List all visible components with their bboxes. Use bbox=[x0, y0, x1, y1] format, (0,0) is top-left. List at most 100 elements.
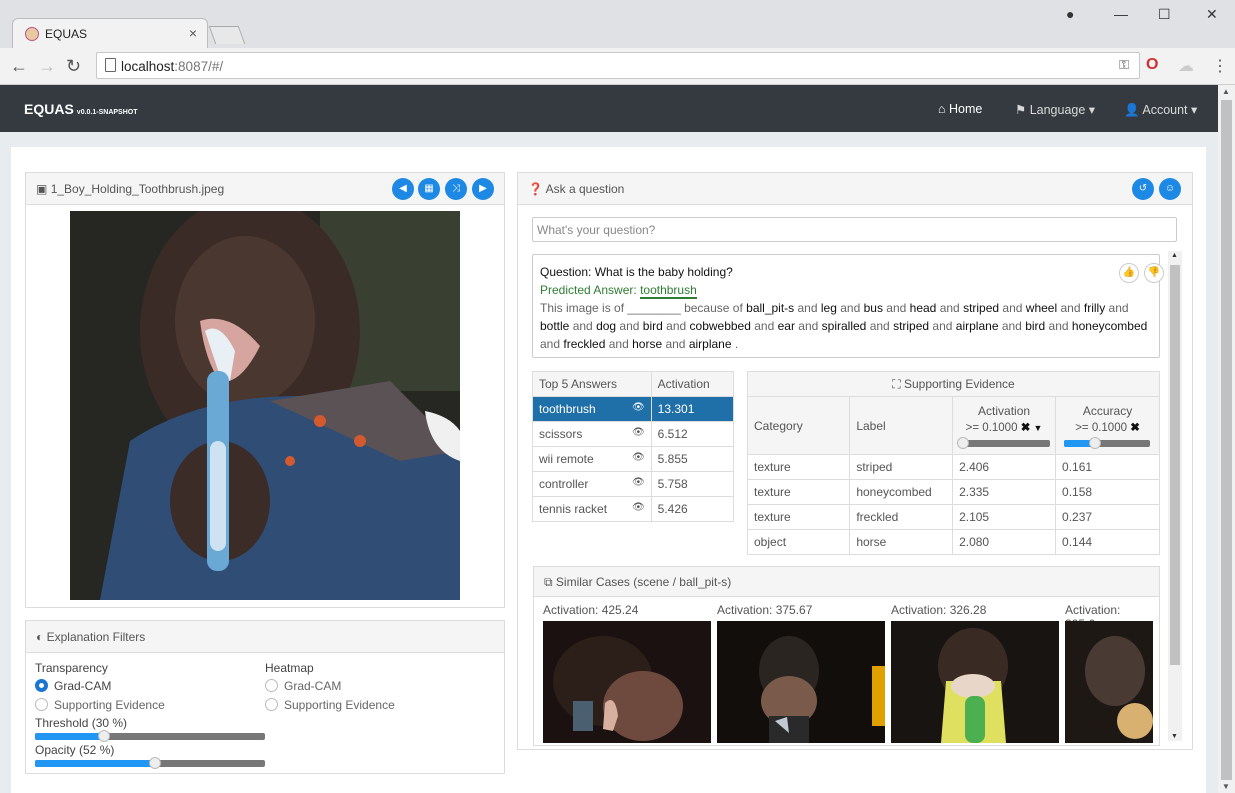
threshold-slider[interactable] bbox=[35, 730, 265, 742]
eye-icon[interactable]: 👁 bbox=[632, 402, 645, 413]
opacity-slider[interactable] bbox=[35, 757, 265, 769]
explanation-term[interactable]: airplane bbox=[956, 319, 999, 333]
explanation-term[interactable]: bird bbox=[643, 319, 663, 333]
evidence-row[interactable]: texture honeycombed 2.335 0.158 bbox=[746, 479, 1160, 505]
close-tab-icon[interactable]: × bbox=[189, 25, 197, 41]
similar-case-image[interactable] bbox=[717, 621, 885, 743]
question-input[interactable]: What's your question? bbox=[532, 217, 1177, 242]
reload-icon[interactable]: ↻ bbox=[66, 56, 81, 77]
users-button[interactable]: ☺ bbox=[1159, 178, 1181, 200]
transparency-gradcam-radio[interactable] bbox=[35, 679, 48, 692]
top5-row[interactable]: scissors 👁 6.512 bbox=[532, 421, 735, 447]
menu-dots-icon[interactable]: ⋮ bbox=[1212, 56, 1228, 76]
evidence-row[interactable]: texture striped 2.406 0.161 bbox=[746, 454, 1160, 480]
inner-scroll-down-icon[interactable]: ▼ bbox=[1171, 733, 1178, 740]
activation-filter-knob[interactable] bbox=[957, 437, 970, 449]
heatmap-gradcam-radio[interactable] bbox=[265, 679, 278, 692]
explanation-term[interactable]: airplane bbox=[689, 337, 732, 351]
similar-case-image[interactable] bbox=[891, 621, 1059, 743]
page-scrollbar[interactable]: ▲ ▼ bbox=[1218, 85, 1235, 793]
explanation-term[interactable]: head bbox=[910, 301, 937, 315]
explanation-term[interactable]: wheel bbox=[1026, 301, 1057, 315]
accuracy-filter[interactable]: >= 0.1000 ✖ bbox=[1060, 420, 1155, 434]
nav-language[interactable]: ⚑ Language ▾ bbox=[1015, 102, 1095, 117]
explanation-term[interactable]: horse bbox=[632, 337, 662, 351]
accuracy-filter-knob[interactable] bbox=[1089, 437, 1102, 449]
explanation-term[interactable]: ear bbox=[778, 319, 795, 333]
explanation-term[interactable]: frilly bbox=[1084, 301, 1105, 315]
key-icon[interactable]: ⚿ bbox=[1119, 57, 1129, 73]
top5-row[interactable]: toothbrush 👁 13.301 bbox=[532, 396, 735, 422]
explanation-joiner: and bbox=[540, 337, 564, 351]
nav-account[interactable]: 👤 Account ▾ bbox=[1124, 102, 1197, 118]
back-icon[interactable]: ← bbox=[10, 56, 28, 77]
profile-icon[interactable]: ● bbox=[1066, 6, 1074, 22]
opera-icon[interactable]: O bbox=[1146, 56, 1158, 74]
evidence-row[interactable]: object horse 2.080 0.144 bbox=[746, 529, 1160, 555]
maximize-icon[interactable]: ☐ bbox=[1158, 6, 1171, 23]
explanation-term[interactable]: cobwebbed bbox=[690, 319, 751, 333]
scroll-thumb[interactable] bbox=[1221, 100, 1232, 780]
heatmap-label: Heatmap bbox=[265, 661, 314, 675]
prev-image-button[interactable]: ◀ bbox=[392, 178, 414, 200]
heatmap-evidence-radio[interactable] bbox=[265, 698, 278, 711]
top5-row[interactable]: tennis racket 👁 5.426 bbox=[532, 496, 735, 522]
accuracy-filter-slider[interactable] bbox=[1064, 437, 1151, 449]
explanation-term[interactable]: ball_pit-s bbox=[746, 301, 794, 315]
eye-icon[interactable]: 👁 bbox=[632, 477, 645, 488]
scroll-down-icon[interactable]: ▼ bbox=[1222, 782, 1230, 791]
explanation-term[interactable]: striped bbox=[963, 301, 999, 315]
explanation-term[interactable]: honeycombed bbox=[1072, 319, 1147, 333]
inner-scroll-up-icon[interactable]: ▲ bbox=[1171, 252, 1178, 259]
browser-tab[interactable]: EQUAS × bbox=[12, 18, 208, 48]
explanation-term[interactable]: leg bbox=[821, 301, 837, 315]
top5-row[interactable]: wii remote 👁 5.855 bbox=[532, 446, 735, 472]
extension-icon[interactable]: ☁ bbox=[1178, 56, 1194, 76]
nav-home[interactable]: ⌂ Home bbox=[938, 102, 982, 116]
scroll-up-icon[interactable]: ▲ bbox=[1222, 87, 1230, 96]
evidence-row[interactable]: texture freckled 2.105 0.237 bbox=[746, 504, 1160, 530]
app-brand[interactable]: EQUAS v0.0.1-SNAPSHOT bbox=[24, 101, 137, 117]
history-button[interactable]: ↺ bbox=[1132, 178, 1154, 200]
next-image-button[interactable]: ▶ bbox=[472, 178, 494, 200]
explanation-term[interactable]: striped bbox=[893, 319, 929, 333]
transparency-evidence-radio[interactable] bbox=[35, 698, 48, 711]
explanation-term[interactable]: bird bbox=[1025, 319, 1045, 333]
shuffle-button[interactable]: ⤨ bbox=[445, 178, 467, 200]
evidence-col-activation: Activation >= 0.1000 ✖ ▼ bbox=[952, 396, 1057, 455]
similar-case-image[interactable] bbox=[543, 621, 711, 743]
evidence-activation: 2.335 bbox=[952, 479, 1057, 505]
forward-icon[interactable]: → bbox=[38, 56, 56, 77]
similar-case[interactable]: Activation: 375.67 bbox=[717, 603, 887, 743]
explanation-term[interactable]: spiralled bbox=[822, 319, 867, 333]
address-bar[interactable]: localhost:8087/#/ ⚿ bbox=[96, 52, 1140, 79]
new-tab-button[interactable] bbox=[208, 26, 246, 44]
thumbs-up-button[interactable]: 👍 bbox=[1119, 263, 1139, 283]
opacity-knob[interactable] bbox=[148, 757, 161, 769]
favicon-icon bbox=[25, 27, 39, 41]
eye-icon[interactable]: 👁 bbox=[632, 452, 645, 463]
explanation-term[interactable]: dog bbox=[596, 319, 616, 333]
activation-filter-slider[interactable] bbox=[957, 437, 1051, 449]
answer-scroll-thumb[interactable] bbox=[1170, 265, 1180, 665]
close-window-icon[interactable]: ✕ bbox=[1206, 6, 1218, 23]
explanation-term[interactable]: bus bbox=[864, 301, 883, 315]
eye-icon[interactable]: 👁 bbox=[632, 427, 645, 438]
transparency-gradcam-label: Grad-CAM bbox=[54, 679, 112, 693]
thumbs-down-button[interactable]: 👎 bbox=[1144, 263, 1164, 283]
similar-case[interactable]: Activation: 325.6 bbox=[1065, 603, 1153, 743]
eye-icon[interactable]: 👁 bbox=[632, 502, 645, 513]
answer-scrollbar[interactable]: ▲ ▼ bbox=[1168, 251, 1182, 741]
similar-case[interactable]: Activation: 326.28 bbox=[891, 603, 1061, 743]
top5-row[interactable]: controller 👁 5.758 bbox=[532, 471, 735, 497]
similar-case[interactable]: Activation: 425.24 bbox=[543, 603, 713, 743]
similar-case-image[interactable] bbox=[1065, 621, 1153, 743]
grid-view-button[interactable]: ▦ bbox=[418, 178, 440, 200]
explanation-term[interactable]: freckled bbox=[563, 337, 605, 351]
evidence-col-category: Category bbox=[746, 396, 851, 455]
minimize-icon[interactable]: — bbox=[1114, 6, 1128, 22]
threshold-knob[interactable] bbox=[98, 730, 110, 742]
activation-filter[interactable]: >= 0.1000 ✖ ▼ bbox=[957, 420, 1051, 434]
main-image[interactable] bbox=[70, 211, 460, 600]
explanation-term[interactable]: bottle bbox=[540, 319, 569, 333]
